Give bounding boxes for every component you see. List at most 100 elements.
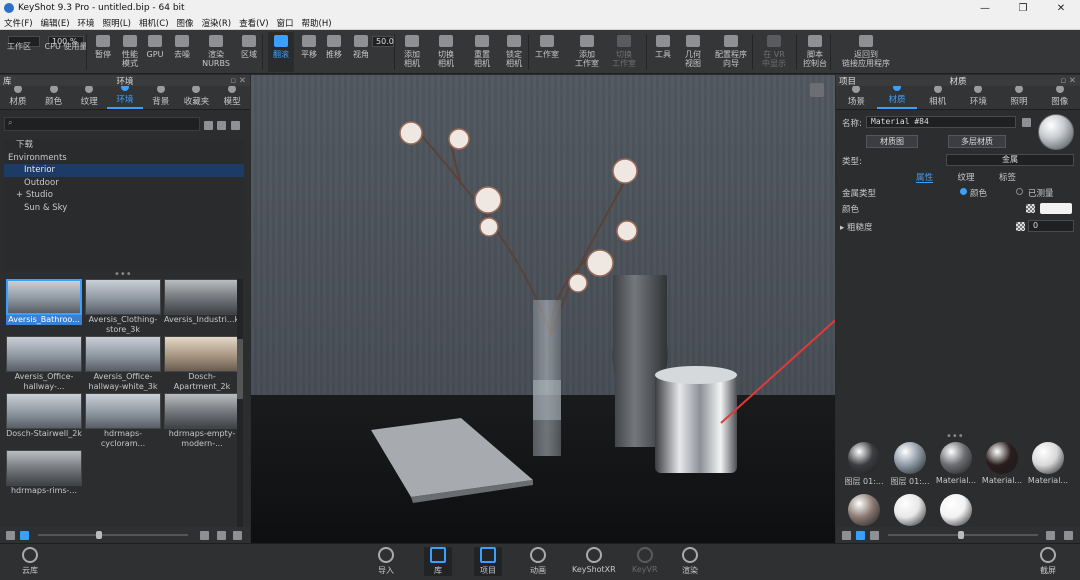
radio-measured-label[interactable]: 已测量 [1028,187,1054,199]
folder-icon[interactable] [233,531,242,540]
toolbar-button-studio[interactable]: 工作室 [532,32,562,72]
list-detail-icon[interactable] [870,531,879,540]
tab-2[interactable]: 相机 [917,85,958,109]
folder-add-icon[interactable] [217,121,226,130]
tab-0[interactable]: 场景 [836,85,877,109]
toolbar-button-tumble[interactable]: 翻滚 [268,32,294,72]
tab-5[interactable]: 收藏夹 [179,85,215,109]
toolbar-button-pause[interactable]: 暂停 [92,32,114,72]
toolbar-button-lock-camera[interactable]: 锁定 相机 [500,32,528,72]
material-graph-button[interactable]: 材质图 [866,135,918,148]
scrollbar-thumb[interactable] [237,339,243,399]
viewport-settings-icon[interactable] [810,83,824,97]
focal-length-field[interactable]: 50.0 [372,36,394,47]
toolbar-button-perspective[interactable]: 视角 [350,32,372,72]
thumb-scrollbar[interactable] [237,279,243,529]
toolbar-button-script-console[interactable]: 脚本 控制台 [800,32,830,72]
menu-camera[interactable]: 相机(C) [135,17,173,29]
toolbar-button-workspace[interactable]: 工作区 [4,32,34,72]
environment-thumbnail[interactable]: Dosch-Apartment_2k [164,336,240,391]
bottom-button-keyshotxr[interactable]: KeyShotXR [572,547,616,574]
tree-item[interactable]: Environments [4,152,244,165]
environment-thumbnail[interactable]: Aversis_Office-hallway-... [6,336,82,391]
bottom-button-render[interactable]: 渲染 [682,547,698,576]
folder-icon[interactable] [204,121,213,130]
material-name-field[interactable]: Material #84 [866,116,1016,128]
tree-item[interactable]: 下载 [4,139,244,152]
bottom-button-import[interactable]: 导入 [378,547,394,576]
library-search-input[interactable]: ⌕ [4,117,200,131]
menu-window[interactable]: 窗口 [273,17,298,29]
roughness-field[interactable]: 0 [1028,220,1074,232]
toolbar-button-switch-camera[interactable]: 切换 相机 [432,32,460,72]
menu-lighting[interactable]: 照明(L) [99,17,135,29]
slider-handle[interactable] [96,531,102,539]
zoom-icon[interactable] [200,531,209,540]
tab-3[interactable]: 环境 [958,85,999,109]
toolbar-button-region[interactable]: 区域 [236,32,262,72]
toolbar-button-cpu[interactable]: CPU 使用量 [44,32,88,72]
bottom-button-screenshot[interactable]: 截屏 [1040,547,1056,576]
texture-checker-icon[interactable] [1026,204,1035,213]
tab-1[interactable]: 材质 [876,83,918,109]
tab-3[interactable]: 环境 [107,83,143,109]
bottom-button-project[interactable]: 项目 [474,547,502,576]
material-type-select[interactable]: 金属 [946,154,1074,166]
tab-2[interactable]: 纹理 [71,85,107,109]
menu-edit[interactable]: 编辑(E) [37,17,74,29]
toolbar-button-tools[interactable]: 工具 [650,32,676,72]
environment-thumbnail[interactable]: Aversis_Bathroo... [6,279,82,334]
environment-thumbnail[interactable]: Aversis_Clothing-store_3k [85,279,161,334]
tree-item[interactable]: Sun & Sky [4,202,244,215]
toolbar-button-nurbs[interactable]: 渲染 NURBS [200,32,232,72]
environment-thumbnail[interactable]: hdrmaps-empty-modern-... [164,393,240,448]
environment-thumbnail[interactable]: Dosch-Stairwell_2k [6,393,82,448]
tab-4[interactable]: 背景 [143,85,179,109]
menu-help[interactable]: 帮助(H) [298,17,336,29]
bottom-button-library[interactable]: 库 [424,547,452,576]
material-ball[interactable] [848,442,880,474]
menu-file[interactable]: 文件(F) [0,17,37,29]
slider-handle[interactable] [958,531,964,539]
thumbnail-size-slider[interactable] [38,531,188,539]
tree-item[interactable]: Interior [4,164,244,177]
toolbar-button-pan[interactable]: 平移 [298,32,320,72]
color-swatch[interactable] [1040,203,1072,214]
menu-image[interactable]: 图像 [173,17,198,29]
upload-icon[interactable] [217,531,226,540]
grid-view-icon[interactable] [20,531,29,540]
tab-6[interactable]: 模型 [214,85,250,109]
menu-render[interactable]: 渲染(R) [198,17,236,29]
radio-measured[interactable] [1016,188,1023,195]
toolbar-button-performance[interactable]: 性能 模式 [118,32,142,72]
menu-environment[interactable]: 环境 [74,17,99,29]
minimize-button[interactable]: — [966,0,1004,16]
roughness-label[interactable]: ▸ 粗糙度 [840,221,872,233]
panel-close-icon[interactable]: ▫ ✕ [1060,76,1076,86]
material-ball[interactable] [1032,442,1064,474]
grid-view-icon[interactable] [856,531,865,540]
toolbar-button-gpu[interactable]: GPU [144,32,166,72]
radio-color-selected[interactable] [960,188,967,195]
bottom-button-animation[interactable]: 动画 [530,547,546,576]
tab-1[interactable]: 颜色 [36,85,72,109]
toolbar-button-denoise[interactable]: 去噪 [170,32,194,72]
splitter-handle[interactable]: ••• [946,431,964,442]
environment-thumbnail[interactable]: Aversis_Office-hallway-white_3k [85,336,161,391]
list-view-icon[interactable] [6,531,15,540]
bottom-button-cloud-library[interactable]: 云库 [22,547,38,576]
subtab-1[interactable]: 纹理 [957,171,974,183]
refresh-icon[interactable] [231,121,240,130]
menu-view[interactable]: 查看(V) [235,17,272,29]
render-viewport[interactable] [251,75,835,543]
environment-thumbnail[interactable]: hdrmaps-rims-... [6,450,82,505]
subtab-0[interactable]: 属性 [916,171,934,183]
multi-material-button[interactable]: 多层材质 [948,135,1006,148]
tree-item[interactable]: + Studio [4,189,244,202]
material-ball[interactable] [848,494,880,526]
radio-color-label[interactable]: 颜色 [970,187,987,199]
close-button[interactable]: ✕ [1042,0,1080,16]
list-view-icon[interactable] [842,531,851,540]
toolbar-button-add-camera[interactable]: 添加 相机 [398,32,426,72]
toolbar-button-dolly[interactable]: 推移 [322,32,346,72]
